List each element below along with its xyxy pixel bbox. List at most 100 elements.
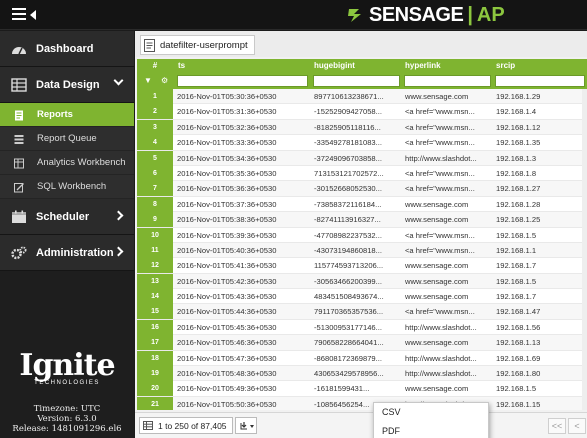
table-row[interactable]: 17 2016-Nov-01T05:46:36+0530 7906582286640… (137, 335, 587, 351)
sidebar-subitem-label: Analytics Workbench (37, 157, 126, 168)
hugebigint-cell: -15252909427058... (314, 107, 382, 117)
sidebar-item-data-design[interactable]: Data Design (0, 67, 134, 103)
brand-logo: SENSAGE | AP (345, 4, 505, 26)
sidebar-subitem-report-queue[interactable]: Report Queue (0, 127, 134, 151)
ts-cell: 2016-Nov-01T05:47:36+0530 (177, 353, 277, 363)
sidebar-item-dashboard[interactable]: Dashboard (0, 31, 134, 67)
export-menu-item-csv[interactable]: CSV (374, 403, 488, 422)
column-header-rownum: # (152, 61, 158, 70)
row-number-cell: 17 (137, 335, 173, 351)
chevron-right-icon (113, 210, 124, 221)
hyperlink-cell: <a href="www.msn... (405, 245, 475, 255)
hugebigint-cell: -82741113916327... (314, 215, 381, 225)
sidebar-subitem-reports[interactable]: Reports (0, 103, 134, 127)
version-text: Version: 6.3.0 (37, 414, 97, 424)
ts-cell: 2016-Nov-01T05:39:36+0530 (177, 230, 277, 240)
srcip-cell: 192.168.1.12 (496, 122, 541, 132)
srcip-cell: 192.168.1.7 (496, 292, 537, 302)
ts-cell: 2016-Nov-01T05:45:36+0530 (177, 322, 277, 332)
hyperlink-cell: www.sensage.com (405, 276, 469, 286)
collapse-arrow-icon (30, 10, 36, 20)
filter-input-srcip[interactable] (495, 75, 585, 87)
hugebigint-cell: -30152668052530... (314, 184, 382, 194)
filter-input-hyperlink[interactable] (404, 75, 491, 87)
table-row[interactable]: 19 2016-Nov-01T05:48:36+0530 4306534295789… (137, 366, 587, 382)
chevron-right-icon (113, 246, 124, 257)
hugebigint-cell: 115774593713206... (314, 261, 384, 271)
table-row[interactable]: 10 2016-Nov-01T05:39:36+0530 -477089822375… (137, 227, 587, 243)
table-row[interactable]: 16 2016-Nov-01T05:45:36+0530 -513009531771… (137, 319, 587, 336)
row-number-cell: 21 (137, 396, 173, 410)
sidebar-item-administration[interactable]: Administration (0, 235, 134, 271)
column-header-ts[interactable]: ts (175, 59, 309, 73)
results-grid: # ts hugebigint hyperlink srcip ▼ ⚙ 1 201… (137, 59, 587, 410)
table-row[interactable]: 3 2016-Nov-01T05:32:36+0530 -8182590511811… (137, 119, 587, 136)
table-row[interactable]: 7 2016-Nov-01T05:36:36+0530 -3015266805253… (137, 181, 587, 197)
first-page-button[interactable]: << (548, 418, 566, 434)
ts-cell: 2016-Nov-01T05:34:36+0530 (177, 153, 277, 163)
sidebar-item-label: Administration (36, 246, 114, 259)
table-row[interactable]: 1 2016-Nov-01T05:30:36+0530 89771061323867… (137, 89, 587, 105)
table-row[interactable]: 12 2016-Nov-01T05:41:36+0530 1157745937132… (137, 258, 587, 274)
ts-cell: 2016-Nov-01T05:33:36+0530 (177, 138, 277, 148)
sidebar-subitem-analytics-workbench[interactable]: Analytics Workbench (0, 151, 134, 175)
queue-list-icon (14, 135, 24, 144)
hyperlink-cell: www.sensage.com (405, 261, 469, 271)
hugebigint-cell: -86808172369879... (314, 353, 382, 363)
hugebigint-cell: -16181599431... (314, 384, 370, 394)
settings-gear-icon[interactable]: ⚙ (161, 76, 168, 85)
ts-cell: 2016-Nov-01T05:49:36+0530 (177, 384, 277, 394)
report-document-icon (15, 110, 23, 121)
sidebar-subitem-sql-workbench[interactable]: SQL Workbench (0, 175, 134, 199)
row-number-cell: 2 (137, 104, 173, 120)
row-number-cell: 6 (137, 165, 173, 181)
hyperlink-cell: www.sensage.com (405, 92, 469, 101)
table-row[interactable]: 20 2016-Nov-01T05:49:36+0530 -16181599431.… (137, 381, 587, 397)
filter-input-ts[interactable] (177, 75, 308, 87)
row-number-cell: 7 (137, 181, 173, 197)
table-row[interactable]: 5 2016-Nov-01T05:34:36+0530 -3724909670385… (137, 150, 587, 166)
hugebigint-cell: -51300953177146... (314, 322, 382, 332)
table-row[interactable]: 11 2016-Nov-01T05:40:36+0530 -430731948608… (137, 242, 587, 259)
table-row[interactable]: 13 2016-Nov-01T05:42:36+0530 -305634662003… (137, 273, 587, 290)
table-row[interactable]: 2 2016-Nov-01T05:31:36+0530 -1525290942705… (137, 104, 587, 120)
tab-datefilter-userprompt[interactable]: datefilter-userprompt (140, 35, 255, 55)
srcip-cell: 192.168.1.28 (496, 199, 541, 209)
table-row[interactable]: 21 2016-Nov-01T05:50:36+0530 -10856456254.… (137, 396, 587, 410)
ignite-logo: Ignite TECHNOLOGIES (0, 350, 134, 387)
menu-toggle-button[interactable] (12, 8, 38, 22)
table-row[interactable]: 14 2016-Nov-01T05:43:36+0530 4834515084936… (137, 289, 587, 305)
table-row[interactable]: 4 2016-Nov-01T05:33:36+0530 -3354927818108… (137, 135, 587, 151)
ts-cell: 2016-Nov-01T05:38:36+0530 (177, 215, 277, 225)
table-row[interactable]: 15 2016-Nov-01T05:44:36+0530 7911703653575… (137, 304, 587, 320)
hyperlink-cell: http://www.slashdot... (405, 369, 477, 379)
chevron-down-icon (113, 75, 124, 86)
sidebar-item-label: Dashboard (36, 42, 94, 55)
prev-page-button[interactable]: < (568, 418, 586, 434)
export-menu-item-pdf[interactable]: PDF (374, 422, 488, 438)
table-row[interactable]: 6 2016-Nov-01T05:35:36+0530 71315312170257… (137, 165, 587, 182)
calendar-icon (12, 210, 26, 223)
vertical-scrollbar[interactable] (582, 89, 587, 410)
column-header-hugebigint[interactable]: hugebigint (311, 59, 401, 73)
column-header-srcip[interactable]: srcip (493, 59, 587, 73)
grid-header-row: # ts hugebigint hyperlink srcip (137, 59, 587, 73)
table-row[interactable]: 8 2016-Nov-01T05:37:36+0530 -7385837211618… (137, 196, 587, 213)
filter-input-hugebigint[interactable] (313, 75, 400, 87)
sidebar-item-scheduler[interactable]: Scheduler (0, 199, 134, 235)
table-row[interactable]: 18 2016-Nov-01T05:47:36+0530 -868081723698… (137, 350, 587, 367)
row-number-cell: 12 (137, 258, 173, 274)
filter-icon[interactable]: ▼ (144, 76, 152, 85)
export-dropdown-button[interactable] (235, 417, 257, 434)
srcip-cell: 192.168.1.15 (496, 399, 541, 409)
hugebigint-cell: -43073194860818... (314, 245, 382, 255)
row-number-cell: 14 (137, 289, 173, 305)
row-number-cell: 4 (137, 135, 173, 151)
main-content: datefilter-userprompt # ts hugebigint hy… (135, 31, 587, 438)
row-number-cell: 18 (137, 350, 173, 366)
table-row[interactable]: 9 2016-Nov-01T05:38:36+0530 -8274111391632… (137, 212, 587, 228)
column-header-hyperlink[interactable]: hyperlink (402, 59, 492, 73)
hugebigint-cell: -73858372116184... (314, 199, 382, 209)
sidebar-item-label: Scheduler (36, 210, 90, 223)
ts-cell: 2016-Nov-01T05:43:36+0530 (177, 292, 277, 302)
